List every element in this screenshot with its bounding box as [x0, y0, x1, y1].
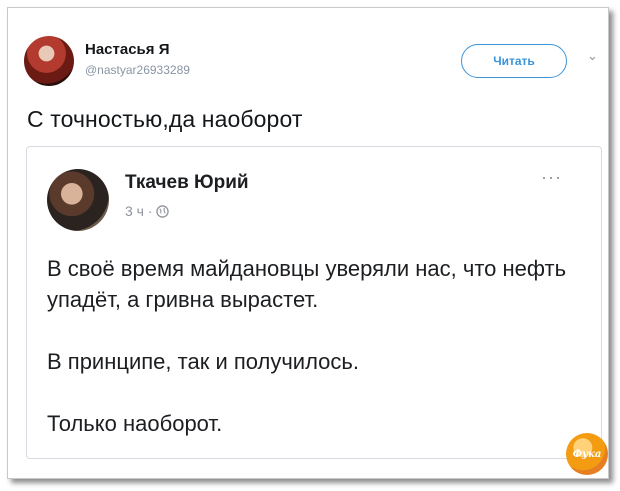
quoted-post-time: 3 ч ·: [125, 203, 153, 219]
quoted-author-name[interactable]: Ткачев Юрий: [125, 172, 249, 194]
quoted-author-avatar[interactable]: [47, 169, 109, 231]
watermark-text: Фука: [572, 448, 602, 460]
tweet-author-handle[interactable]: @nastyar26933289: [85, 63, 190, 77]
quoted-post-meta: 3 ч ·: [125, 203, 169, 219]
watermark-logo: Фука: [566, 433, 608, 475]
quoted-post-card[interactable]: Ткачев Юрий 3 ч · ··· В своё время майда…: [26, 146, 602, 459]
quoted-paragraph: В принципе, так и получилось.: [47, 349, 359, 374]
screenshot-frame: Настасья Я @nastyar26933289 Читать ⌄ С т…: [7, 7, 609, 479]
follow-button[interactable]: Читать: [461, 44, 567, 78]
quoted-paragraph: В своё время майдановцы уверяли нас, что…: [47, 256, 567, 312]
tweet-author-avatar[interactable]: [24, 36, 74, 86]
tweet-author-name[interactable]: Настасья Я: [85, 41, 169, 58]
follow-button-label: Читать: [493, 54, 535, 68]
quoted-post-body: В своё время майдановцы уверяли нас, что…: [47, 253, 587, 470]
more-icon[interactable]: ···: [541, 167, 562, 188]
globe-icon: [155, 204, 169, 218]
chevron-down-icon[interactable]: ⌄: [587, 48, 598, 64]
quoted-paragraph: Только наоборот.: [47, 411, 223, 436]
tweet-text: С точностью,да наоборот: [27, 106, 303, 132]
